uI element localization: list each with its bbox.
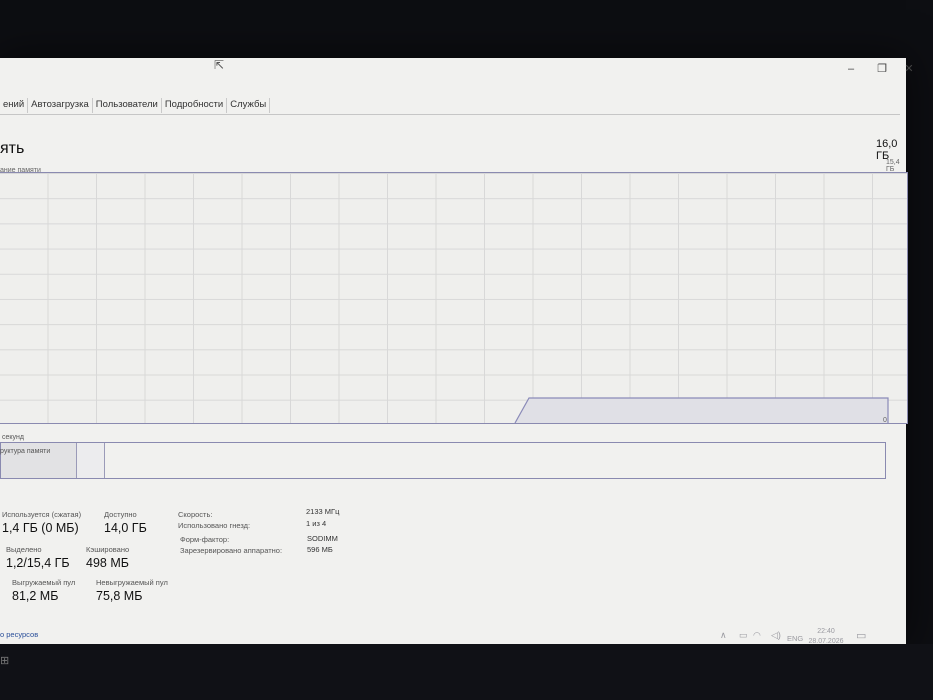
stat-committed: Выделено 1,2/15,4 ГБ: [6, 545, 70, 570]
stat-committed-value: 1,2/15,4 ГБ: [6, 556, 70, 570]
wifi-icon[interactable]: ◠: [753, 630, 761, 641]
graph-zero-label: 0: [883, 417, 887, 424]
tab-services[interactable]: Службы: [227, 98, 271, 113]
taskbar: ⊞ ∧ ▭ ◠ ◁) ENG 22:40 28.07.2026 ▭: [0, 628, 933, 700]
spec-form-value: SODIMM: [307, 534, 338, 543]
chevron-up-icon[interactable]: ∧: [720, 630, 727, 641]
spec-speed-value: 2133 МГц: [306, 507, 340, 516]
minimize-button[interactable]: –: [836, 61, 866, 77]
stat-available: Доступно 14,0 ГБ: [104, 510, 147, 535]
spec-reserved-label: Зарезервировано аппаратно:: [180, 546, 283, 555]
stat-available-label: Доступно: [104, 510, 137, 519]
stat-paged-pool: Выгружаемый пул 81,2 МБ: [12, 578, 75, 603]
tab-bar: ений Автозагрузка Пользователи Подробнос…: [0, 98, 271, 114]
clock-time: 22:40: [817, 628, 835, 635]
stat-nonpaged-value: 75,8 МБ: [96, 589, 143, 603]
tabs-divider: [0, 114, 900, 115]
memory-structure-bar: [0, 442, 886, 479]
stat-paged-label: Выгружаемый пул: [12, 578, 76, 587]
tab-history[interactable]: ений: [0, 98, 29, 113]
language-indicator[interactable]: ENG: [787, 634, 803, 643]
stat-nonpaged-label: Невыгружаемый пул: [96, 578, 168, 587]
spec-reserved-value: 596 МБ: [307, 545, 333, 554]
stat-cached: Кэшировано 498 МБ: [86, 545, 129, 570]
resource-monitor-link[interactable]: о ресурсов: [0, 630, 38, 639]
stat-paged-value: 81,2 МБ: [12, 589, 59, 603]
structure-label: руктура памяти: [0, 448, 51, 455]
spec-slots-value: 1 из 4: [306, 519, 327, 528]
tab-users[interactable]: Пользователи: [93, 98, 162, 113]
stat-nonpaged-pool: Невыгружаемый пул 75,8 МБ: [96, 578, 168, 603]
volume-icon[interactable]: ◁): [771, 630, 781, 641]
memory-usage-svg: [514, 397, 889, 423]
start-icon[interactable]: ⊞: [0, 654, 9, 667]
stat-in-use: Используется (сжатая) 1,4 ГБ (0 МБ): [2, 510, 81, 535]
stat-cached-value: 498 МБ: [86, 556, 129, 570]
spec-speed-label: Скорость:: [178, 510, 213, 519]
memory-usage-graph: [0, 172, 908, 424]
task-manager-window: ⇱ – ❐ ✕ ений Автозагрузка Пользователи П…: [0, 58, 914, 644]
spec-slots-label: Использовано гнезд:: [178, 521, 251, 530]
clock[interactable]: 22:40 28.07.2026: [808, 627, 844, 647]
notifications-icon[interactable]: ▭: [856, 629, 866, 642]
stat-committed-label: Выделено: [6, 545, 42, 554]
stat-cached-label: Кэшировано: [86, 545, 130, 554]
stat-available-value: 14,0 ГБ: [104, 521, 147, 535]
spec-form-label: Форм-фактор:: [180, 535, 230, 544]
clock-date: 28.07.2026: [808, 638, 844, 645]
usage-area: [515, 398, 888, 423]
page-title: ять: [0, 140, 25, 157]
graph-time-label: секунд: [2, 434, 24, 441]
tab-details[interactable]: Подробности: [162, 98, 228, 113]
structure-modified-segment: [77, 443, 105, 478]
graph-max-label: 15,4 ГБ: [886, 159, 900, 173]
battery-icon[interactable]: ▭: [739, 630, 748, 641]
stat-in-use-value: 1,4 ГБ (0 МБ): [2, 521, 79, 535]
title-bar[interactable]: ⇱ – ❐ ✕: [0, 58, 914, 80]
mouse-cursor-icon: ⇱: [214, 58, 225, 72]
close-button[interactable]: ✕: [898, 61, 920, 77]
tab-startup[interactable]: Автозагрузка: [28, 98, 93, 113]
stat-in-use-label: Используется (сжатая): [2, 510, 82, 519]
maximize-button[interactable]: ❐: [867, 61, 897, 77]
